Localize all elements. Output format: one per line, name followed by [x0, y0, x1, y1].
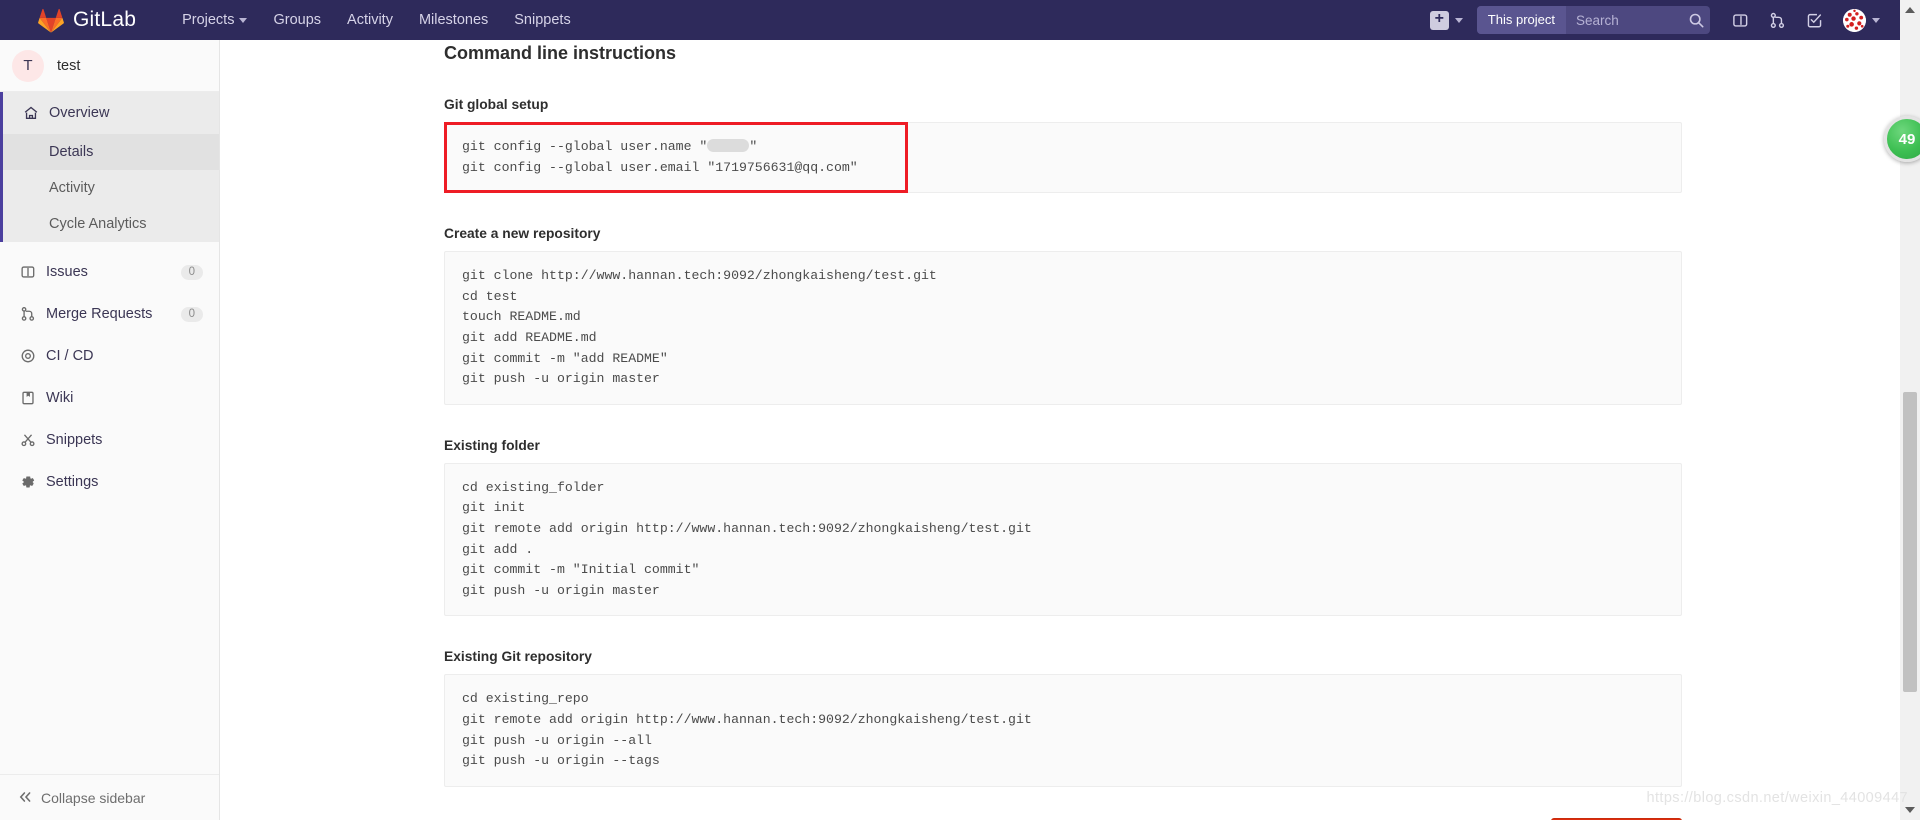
code-block-existing-folder[interactable]: cd existing_folder git init git remote a… [444, 462, 1682, 617]
sidebar-item-ci-cd-label: CI / CD [46, 348, 94, 364]
search-icon[interactable] [1682, 6, 1710, 34]
nav-link-projects-label: Projects [182, 12, 235, 28]
merge-request-icon [20, 306, 46, 322]
triangle-down-icon [1905, 807, 1915, 813]
sidebar-group-overview: Overview Details Activity Cycle Analytic… [0, 92, 219, 242]
sidebar-item-cycle-analytics-label: Cycle Analytics [49, 216, 147, 232]
nav-link-snippets[interactable]: Snippets [501, 0, 583, 40]
code-line-user-name-prefix: git config --global user.name " [462, 139, 708, 154]
sidebar-item-settings[interactable]: Settings [0, 461, 219, 503]
issues-count-badge: 0 [180, 264, 203, 280]
plus-square-icon: + [1429, 10, 1449, 30]
sidebar-item-activity[interactable]: Activity [3, 170, 219, 206]
merge-requests-count-badge: 0 [180, 306, 203, 322]
brand-name: GitLab [73, 8, 137, 31]
nav-link-projects[interactable]: Projects [169, 0, 260, 40]
scissors-icon [20, 432, 46, 448]
nav-link-groups[interactable]: Groups [260, 0, 334, 40]
new-item-button[interactable]: + [1429, 10, 1463, 30]
git-global-setup-highlight-wrap: git config --global user.name " " git con… [444, 122, 1682, 194]
sidebar-item-activity-label: Activity [49, 180, 95, 196]
nav-link-activity[interactable]: Activity [334, 0, 406, 40]
sidebar-item-merge-requests[interactable]: Merge Requests 0 [0, 293, 219, 335]
search-scope-label[interactable]: This project [1476, 6, 1566, 34]
collapse-sidebar-label: Collapse sidebar [41, 789, 146, 806]
sidebar-item-wiki-label: Wiki [46, 390, 74, 406]
sidebar-item-issues-label: Issues [46, 264, 88, 280]
section-heading-git-global-setup: Git global setup [444, 97, 549, 112]
sidebar-item-details-label: Details [49, 144, 94, 160]
issue-boards-icon[interactable] [1723, 5, 1757, 35]
sidebar-item-wiki[interactable]: Wiki [0, 377, 219, 419]
merge-requests-icon[interactable] [1760, 5, 1794, 35]
nav-link-snippets-label: Snippets [514, 12, 571, 28]
code-block-existing-git-repository[interactable]: cd existing_repo git remote add origin h… [444, 674, 1682, 787]
sidebar-item-snippets[interactable]: Snippets [0, 419, 219, 461]
sidebar-item-merge-requests-label: Merge Requests [46, 306, 153, 322]
navbar-right-cluster: + This project [1429, 0, 1920, 40]
search-input[interactable] [1566, 6, 1682, 34]
command-line-instructions-panel: Command line instructions Git global set… [220, 40, 1686, 820]
sidebar-item-cycle-analytics[interactable]: Cycle Analytics [3, 206, 219, 242]
project-name: test [57, 57, 81, 74]
code-block-git-global-setup[interactable]: git config --global user.name " " git con… [444, 122, 1682, 194]
chevron-down-icon [239, 17, 248, 23]
section-heading-existing-folder: Existing folder [444, 437, 540, 453]
rocket-icon [20, 348, 46, 364]
issues-icon [20, 264, 46, 280]
code-line-user-email: git config --global user.email "17197566… [462, 159, 858, 175]
brand-home-link[interactable]: GitLab [0, 0, 146, 40]
user-avatar[interactable] [1843, 8, 1866, 32]
sidebar-item-ci-cd[interactable]: CI / CD [0, 335, 219, 377]
redacted-username [707, 139, 750, 152]
nav-link-groups-label: Groups [273, 12, 322, 28]
scrollbar-thumb[interactable] [1903, 392, 1917, 692]
top-navbar: GitLab Projects Groups Activity Mileston… [0, 0, 1920, 40]
project-sidebar: T test Overview Details Activity Cycle A… [0, 40, 220, 820]
primary-nav: Projects Groups Activity Milestones Snip… [169, 0, 584, 40]
section-heading-existing-git-repository: Existing Git repository [444, 649, 592, 665]
global-search: This project [1476, 6, 1710, 34]
sidebar-project-header[interactable]: T test [0, 40, 219, 92]
code-block-create-new-repository[interactable]: git clone http://www.hannan.tech:9092/zh… [444, 251, 1682, 405]
section-heading-create-new-repository: Create a new repository [444, 226, 601, 242]
sidebar-item-settings-label: Settings [46, 474, 99, 490]
page-title: Command line instructions [444, 43, 677, 63]
chevron-down-icon[interactable] [1872, 17, 1880, 23]
todos-icon[interactable] [1797, 5, 1831, 35]
project-avatar: T [12, 49, 44, 82]
home-icon [23, 105, 49, 121]
gear-icon [20, 474, 46, 490]
chevron-down-icon [1454, 17, 1463, 23]
watermark-text: https://blog.csdn.net/weixin_44009447 [1646, 790, 1908, 806]
sidebar-item-snippets-label: Snippets [46, 432, 103, 448]
code-line-user-name-suffix: " [749, 139, 758, 154]
scrollbar-up-arrow[interactable] [1900, 0, 1920, 20]
book-icon [20, 390, 46, 406]
sidebar-item-overview[interactable]: Overview [3, 92, 219, 134]
collapse-sidebar-button[interactable]: Collapse sidebar [0, 774, 219, 820]
main-content: Command line instructions Git global set… [220, 40, 1900, 820]
gitlab-tanuki-icon [38, 8, 64, 33]
nav-link-activity-label: Activity [347, 12, 393, 28]
sidebar-item-details[interactable]: Details [3, 134, 219, 170]
sidebar-item-overview-label: Overview [49, 105, 110, 121]
nav-link-milestones[interactable]: Milestones [406, 0, 501, 40]
nav-link-milestones-label: Milestones [418, 12, 489, 28]
sidebar-item-issues[interactable]: Issues 0 [0, 251, 219, 293]
triangle-up-icon [1905, 7, 1915, 13]
double-chevron-left-icon [18, 790, 32, 806]
